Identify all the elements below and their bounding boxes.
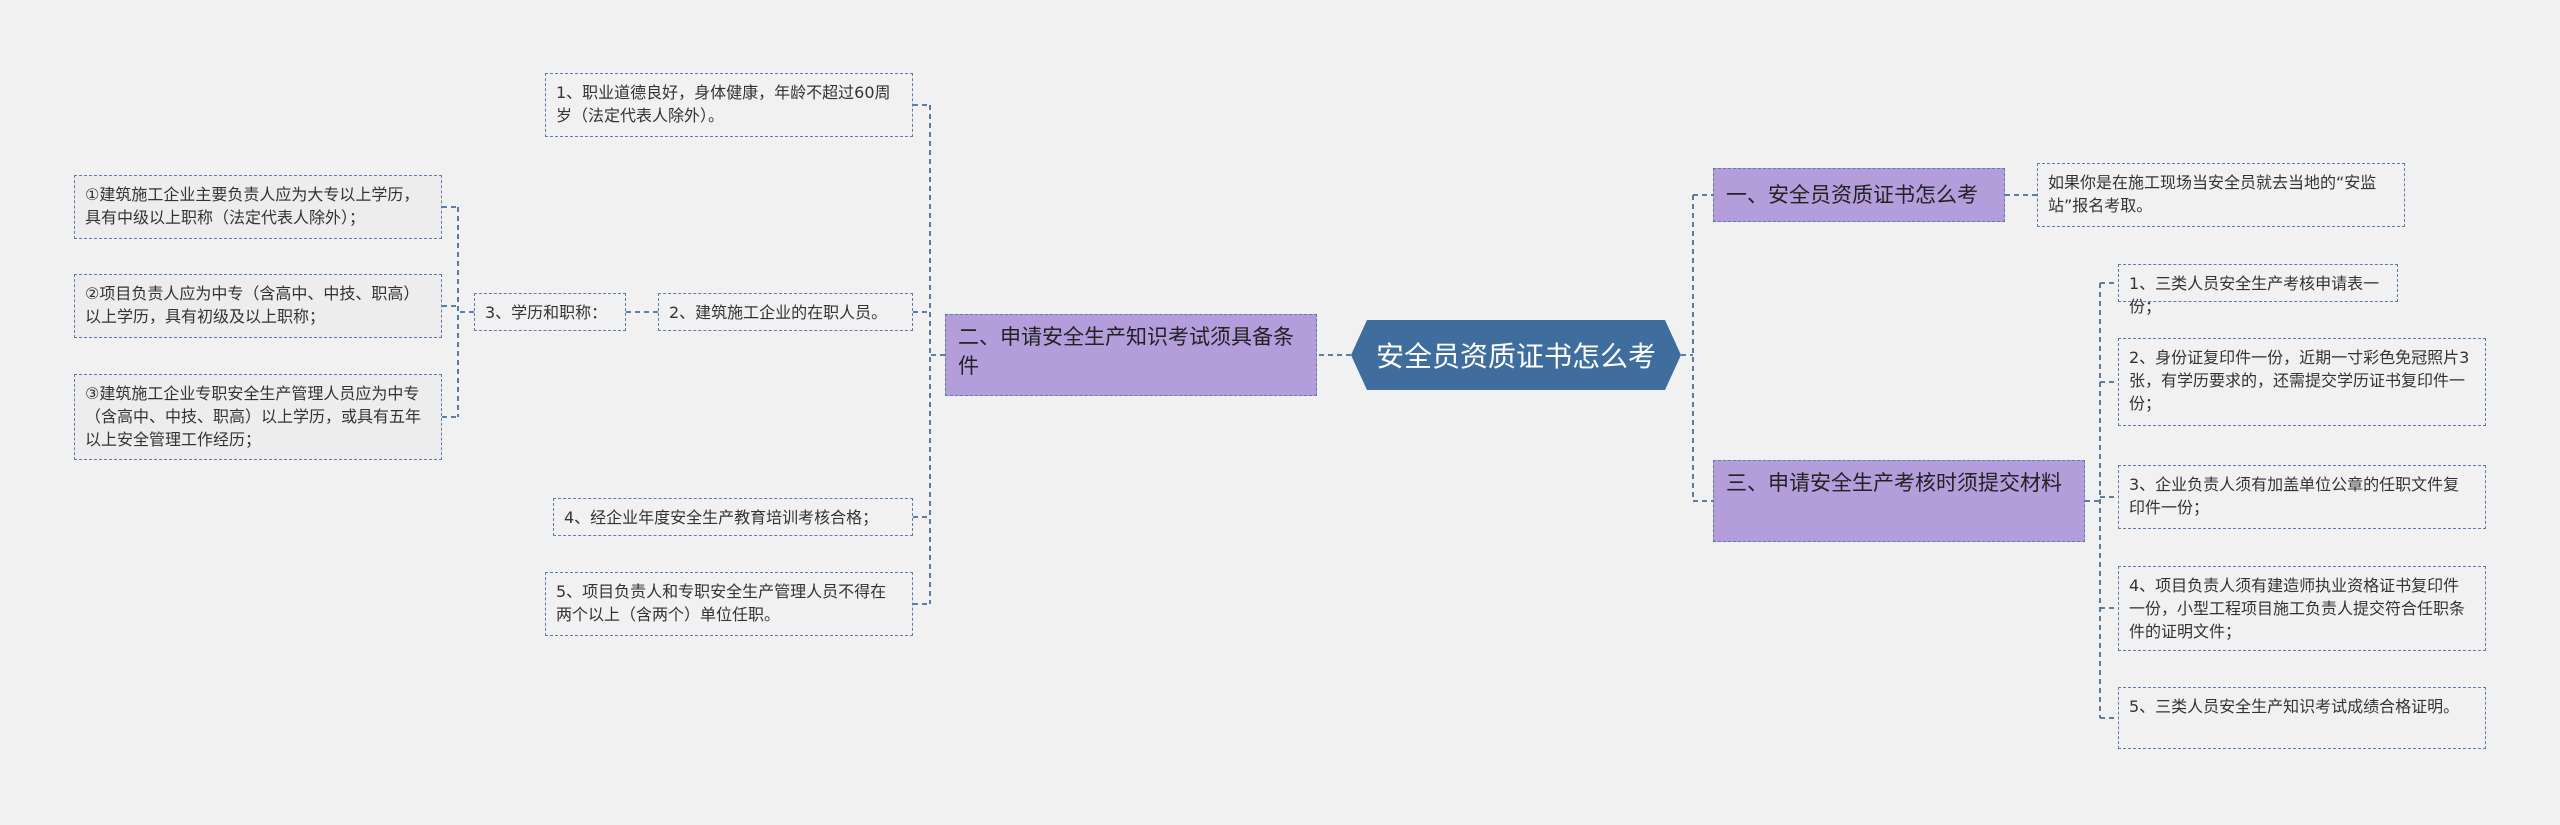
leaf-b1-1[interactable]: 如果你是在施工现场当安全员就去当地的“安监站”报名考取。 <box>2037 163 2405 227</box>
leaf-b2-3[interactable]: 3、学历和职称： <box>474 293 626 331</box>
branch-node-1[interactable]: 一、安全员资质证书怎么考 <box>1713 168 2005 222</box>
branch-label-3: 三、申请安全生产考核时须提交材料 <box>1726 471 2062 495</box>
leaf-text: 3、学历和职称： <box>485 303 608 322</box>
leaf-b2-5[interactable]: 5、项目负责人和专职安全生产管理人员不得在两个以上（含两个）单位任职。 <box>545 572 913 636</box>
connector-4 <box>2085 282 2118 719</box>
leaf-b3-3[interactable]: 3、企业负责人须有加盖单位公章的任职文件复印件一份； <box>2118 465 2486 529</box>
leaf-b2-3-2[interactable]: ②项目负责人应为中专（含高中、中技、职高）以上学历，具有初级及以上职称； <box>74 274 442 338</box>
leaf-text: ②项目负责人应为中专（含高中、中技、职高）以上学历，具有初级及以上职称； <box>85 284 420 326</box>
leaf-text: 5、三类人员安全生产知识考试成绩合格证明。 <box>2129 697 2460 716</box>
leaf-text: 5、项目负责人和专职安全生产管理人员不得在两个以上（含两个）单位任职。 <box>556 582 887 624</box>
branch-label-2: 二、申请安全生产知识考试须具备条件 <box>958 325 1294 378</box>
branch-node-3[interactable]: 三、申请安全生产考核时须提交材料 <box>1713 460 2085 542</box>
leaf-b2-1[interactable]: 1、职业道德良好，身体健康，年龄不超过60周岁（法定代表人除外）。 <box>545 73 913 137</box>
connector-2 <box>1681 194 1713 502</box>
branch-node-2[interactable]: 二、申请安全生产知识考试须具备条件 <box>945 314 1317 396</box>
mind-map-canvas: 安全员资质证书怎么考 一、安全员资质证书怎么考 如果你是在施工现场当安全员就去当… <box>0 0 2560 825</box>
leaf-b3-1[interactable]: 1、三类人员安全生产考核申请表一份； <box>2118 264 2398 316</box>
leaf-text: 2、身份证复印件一份，近期一寸彩色免冠照片3张，有学历要求的，还需提交学历证书复… <box>2129 348 2470 413</box>
leaf-b3-4[interactable]: 4、项目负责人须有建造师执业资格证书复印件一份，小型工程项目施工负责人提交符合任… <box>2118 566 2486 651</box>
connector-5 <box>913 104 945 605</box>
leaf-b2-2[interactable]: 2、建筑施工企业的在职人员。 <box>658 293 913 331</box>
leaf-b2-3-1[interactable]: ①建筑施工企业主要负责人应为大专以上学历，具有中级以上职称（法定代表人除外）； <box>74 175 442 239</box>
branch-label-1: 一、安全员资质证书怎么考 <box>1726 183 1978 207</box>
root-node[interactable]: 安全员资质证书怎么考 <box>1351 320 1681 390</box>
leaf-text: 2、建筑施工企业的在职人员。 <box>669 303 888 322</box>
leaf-b2-3-3[interactable]: ③建筑施工企业专职安全生产管理人员应为中专（含高中、中技、职高）以上学历，或具有… <box>74 374 442 460</box>
leaf-b2-4[interactable]: 4、经企业年度安全生产教育培训考核合格； <box>553 498 913 536</box>
leaf-text: 4、经企业年度安全生产教育培训考核合格； <box>564 508 879 527</box>
leaf-b3-5[interactable]: 5、三类人员安全生产知识考试成绩合格证明。 <box>2118 687 2486 749</box>
leaf-text: ①建筑施工企业主要负责人应为大专以上学历，具有中级以上职称（法定代表人除外）； <box>85 185 420 227</box>
connector-7 <box>442 206 474 418</box>
leaf-text: 4、项目负责人须有建造师执业资格证书复印件一份，小型工程项目施工负责人提交符合任… <box>2129 576 2466 641</box>
leaf-text: 1、职业道德良好，身体健康，年龄不超过60周岁（法定代表人除外）。 <box>556 83 891 125</box>
leaf-text: ③建筑施工企业专职安全生产管理人员应为中专（含高中、中技、职高）以上学历，或具有… <box>85 384 422 449</box>
leaf-b3-2[interactable]: 2、身份证复印件一份，近期一寸彩色免冠照片3张，有学历要求的，还需提交学历证书复… <box>2118 338 2486 426</box>
leaf-text: 3、企业负责人须有加盖单位公章的任职文件复印件一份； <box>2129 475 2460 517</box>
root-label: 安全员资质证书怎么考 <box>1375 340 1656 373</box>
leaf-text: 如果你是在施工现场当安全员就去当地的“安监站”报名考取。 <box>2048 173 2377 215</box>
